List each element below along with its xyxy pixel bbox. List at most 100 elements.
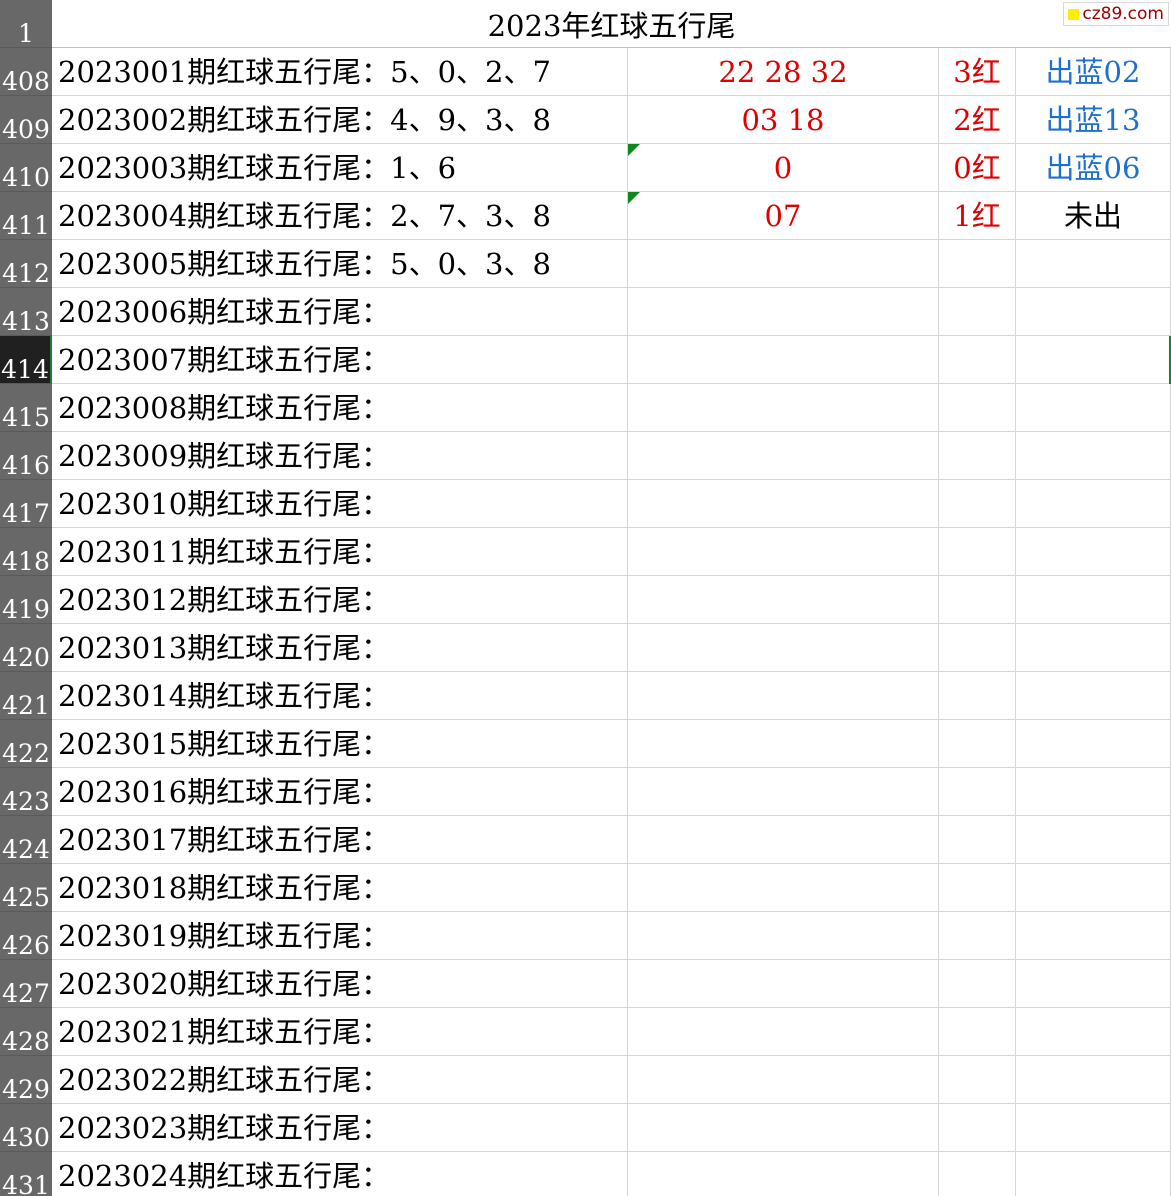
period-cell[interactable]: 2023021期红球五行尾： [52, 1008, 628, 1056]
period-cell[interactable]: 2023004期红球五行尾：2、7、3、8 [52, 192, 628, 240]
red-count-cell[interactable]: 3红 [939, 48, 1016, 96]
row-header-title[interactable]: 1 [0, 0, 52, 48]
row-header[interactable]: 422 [0, 720, 52, 768]
row-header[interactable]: 408 [0, 48, 52, 96]
red-count-cell[interactable]: 1红 [939, 192, 1016, 240]
row-header[interactable]: 424 [0, 816, 52, 864]
row-header[interactable]: 426 [0, 912, 52, 960]
period-cell[interactable]: 2023011期红球五行尾： [52, 528, 628, 576]
row-header[interactable]: 419 [0, 576, 52, 624]
red-count-cell[interactable] [939, 336, 1016, 384]
blue-result-cell[interactable] [1016, 816, 1171, 864]
red-balls-cell[interactable]: 07 [628, 192, 939, 240]
red-count-cell[interactable] [939, 384, 1016, 432]
blue-result-cell[interactable]: 未出 [1016, 192, 1171, 240]
red-count-cell[interactable] [939, 1104, 1016, 1152]
period-cell[interactable]: 2023019期红球五行尾： [52, 912, 628, 960]
red-count-cell[interactable] [939, 864, 1016, 912]
red-balls-cell[interactable] [628, 624, 939, 672]
red-count-cell[interactable] [939, 432, 1016, 480]
period-cell[interactable]: 2023014期红球五行尾： [52, 672, 628, 720]
blue-result-cell[interactable] [1016, 240, 1171, 288]
red-count-cell[interactable] [939, 960, 1016, 1008]
red-balls-cell[interactable] [628, 528, 939, 576]
red-count-cell[interactable] [939, 1056, 1016, 1104]
row-header[interactable]: 413 [0, 288, 52, 336]
period-cell[interactable]: 2023012期红球五行尾： [52, 576, 628, 624]
blue-result-cell[interactable] [1016, 1152, 1171, 1196]
row-header[interactable]: 423 [0, 768, 52, 816]
red-count-cell[interactable] [939, 720, 1016, 768]
blue-result-cell[interactable] [1016, 672, 1171, 720]
period-cell[interactable]: 2023017期红球五行尾： [52, 816, 628, 864]
blue-result-cell[interactable] [1016, 864, 1171, 912]
red-balls-cell[interactable]: 03 18 [628, 96, 939, 144]
red-balls-cell[interactable] [628, 432, 939, 480]
blue-result-cell[interactable] [1016, 528, 1171, 576]
blue-result-cell[interactable]: 出蓝06 [1016, 144, 1171, 192]
red-count-cell[interactable] [939, 768, 1016, 816]
row-header[interactable]: 411 [0, 192, 52, 240]
blue-result-cell[interactable] [1016, 912, 1171, 960]
period-cell[interactable]: 2023007期红球五行尾： [52, 336, 628, 384]
row-header[interactable]: 430 [0, 1104, 52, 1152]
red-balls-cell[interactable] [628, 480, 939, 528]
red-count-cell[interactable] [939, 912, 1016, 960]
red-count-cell[interactable] [939, 240, 1016, 288]
blue-result-cell[interactable] [1016, 960, 1171, 1008]
red-balls-cell[interactable] [628, 576, 939, 624]
red-balls-cell[interactable] [628, 768, 939, 816]
period-cell[interactable]: 2023009期红球五行尾： [52, 432, 628, 480]
red-count-cell[interactable] [939, 576, 1016, 624]
blue-result-cell[interactable] [1016, 288, 1171, 336]
blue-result-cell[interactable] [1016, 576, 1171, 624]
period-cell[interactable]: 2023006期红球五行尾： [52, 288, 628, 336]
blue-result-cell[interactable] [1016, 1104, 1171, 1152]
red-balls-cell[interactable] [628, 1152, 939, 1196]
red-balls-cell[interactable] [628, 960, 939, 1008]
row-header[interactable]: 428 [0, 1008, 52, 1056]
blue-result-cell[interactable] [1016, 432, 1171, 480]
row-header[interactable]: 429 [0, 1056, 52, 1104]
row-header[interactable]: 410 [0, 144, 52, 192]
blue-result-cell[interactable] [1016, 480, 1171, 528]
red-balls-cell[interactable] [628, 720, 939, 768]
blue-result-cell[interactable] [1016, 1008, 1171, 1056]
period-cell[interactable]: 2023008期红球五行尾： [52, 384, 628, 432]
row-header[interactable]: 412 [0, 240, 52, 288]
red-balls-cell[interactable] [628, 816, 939, 864]
period-cell[interactable]: 2023018期红球五行尾： [52, 864, 628, 912]
period-cell[interactable]: 2023005期红球五行尾：5、0、3、8 [52, 240, 628, 288]
red-balls-cell[interactable] [628, 336, 939, 384]
red-balls-cell[interactable] [628, 384, 939, 432]
period-cell[interactable]: 2023002期红球五行尾：4、9、3、8 [52, 96, 628, 144]
blue-result-cell[interactable] [1016, 768, 1171, 816]
period-cell[interactable]: 2023015期红球五行尾： [52, 720, 628, 768]
row-header[interactable]: 420 [0, 624, 52, 672]
red-balls-cell[interactable] [628, 240, 939, 288]
row-header[interactable]: 425 [0, 864, 52, 912]
blue-result-cell[interactable]: 出蓝13 [1016, 96, 1171, 144]
period-cell[interactable]: 2023013期红球五行尾： [52, 624, 628, 672]
blue-result-cell[interactable] [1016, 1056, 1171, 1104]
row-header[interactable]: 421 [0, 672, 52, 720]
row-header[interactable]: 431 [0, 1152, 52, 1196]
red-count-cell[interactable]: 0红 [939, 144, 1016, 192]
red-count-cell[interactable] [939, 672, 1016, 720]
red-count-cell[interactable] [939, 528, 1016, 576]
row-header[interactable]: 409 [0, 96, 52, 144]
red-count-cell[interactable] [939, 1152, 1016, 1196]
row-header[interactable]: 414 [0, 336, 52, 384]
red-balls-cell[interactable] [628, 1104, 939, 1152]
row-header[interactable]: 427 [0, 960, 52, 1008]
row-header[interactable]: 417 [0, 480, 52, 528]
row-header[interactable]: 418 [0, 528, 52, 576]
red-count-cell[interactable] [939, 1008, 1016, 1056]
red-balls-cell[interactable]: 0 [628, 144, 939, 192]
red-balls-cell[interactable] [628, 912, 939, 960]
row-header[interactable]: 415 [0, 384, 52, 432]
red-balls-cell[interactable] [628, 672, 939, 720]
sheet-title-cell[interactable]: 2023年红球五行尾 [52, 0, 1171, 48]
red-count-cell[interactable] [939, 288, 1016, 336]
period-cell[interactable]: 2023001期红球五行尾：5、0、2、7 [52, 48, 628, 96]
